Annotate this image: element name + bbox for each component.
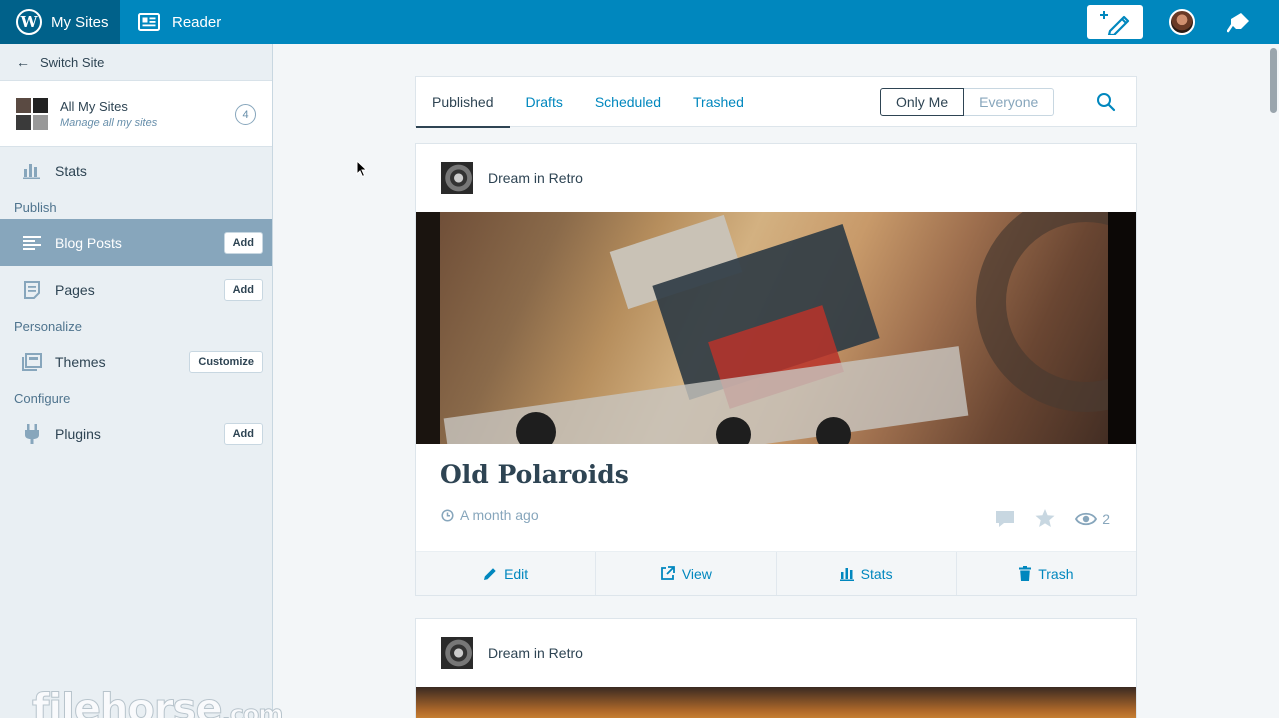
reader-button[interactable]: Reader xyxy=(120,0,221,44)
post-featured-image[interactable] xyxy=(416,212,1136,444)
tab-trashed[interactable]: Trashed xyxy=(677,77,760,127)
stats-bar-icon xyxy=(839,567,854,581)
search-icon[interactable] xyxy=(1096,92,1116,112)
sites-count-badge: 4 xyxy=(235,104,256,125)
post-title[interactable]: Old Polaroids xyxy=(416,444,1136,489)
my-sites-button[interactable]: W My Sites xyxy=(0,0,120,44)
eye-icon xyxy=(1075,512,1098,525)
sidebar-item-label: Pages xyxy=(55,281,95,298)
reader-icon xyxy=(138,13,160,31)
page-icon xyxy=(22,280,42,300)
post-site-name[interactable]: Dream in Retro xyxy=(488,170,583,186)
post-status-tabs: Published Drafts Scheduled Trashed Only … xyxy=(415,76,1137,128)
external-link-icon xyxy=(660,566,675,580)
sidebar-item-blog-posts[interactable]: Blog Posts Add xyxy=(0,219,272,266)
trash-icon xyxy=(1019,566,1032,581)
comment-icon[interactable] xyxy=(995,510,1015,528)
site-avatar xyxy=(441,637,473,669)
sidebar-item-label: Blog Posts xyxy=(55,234,122,251)
sidebar: ← Switch Site All My Sites Manage all my… xyxy=(0,44,284,718)
view-post-button[interactable]: View xyxy=(596,552,777,595)
views-number: 2 xyxy=(1102,510,1110,527)
post-featured-image[interactable] xyxy=(416,687,1136,718)
plug-icon xyxy=(22,423,42,444)
post-site-header: Dream in Retro xyxy=(416,144,1136,212)
post-time: A month ago xyxy=(460,507,539,523)
arrow-left-icon: ← xyxy=(16,54,30,70)
all-my-sites-item[interactable]: All My Sites Manage all my sites 4 xyxy=(0,81,272,147)
site-avatar xyxy=(441,162,473,194)
all-sites-title: All My Sites xyxy=(60,98,128,114)
pencil-icon xyxy=(484,567,496,580)
sidebar-item-label: Stats xyxy=(55,162,87,179)
author-filter-toggle: Only Me Everyone xyxy=(880,88,1055,116)
write-post-button[interactable] xyxy=(1087,5,1143,39)
post-site-header: Dream in Retro xyxy=(416,619,1136,687)
post-meta: A month ago 2 xyxy=(416,489,1136,527)
my-sites-label: My Sites xyxy=(51,13,109,31)
sidebar-item-stats[interactable]: Stats xyxy=(0,147,272,194)
post-site-name[interactable]: Dream in Retro xyxy=(488,645,583,661)
clock-icon xyxy=(441,508,454,522)
reader-label: Reader xyxy=(172,13,222,31)
masterbar: W My Sites Reader xyxy=(0,0,1279,44)
sidebar-item-pages[interactable]: Pages Add xyxy=(0,266,272,313)
mouse-cursor-icon xyxy=(356,160,368,178)
notifications-bell-icon[interactable] xyxy=(1227,10,1251,34)
filter-everyone[interactable]: Everyone xyxy=(964,88,1055,116)
tab-published[interactable]: Published xyxy=(416,77,510,128)
masterbar-actions xyxy=(1087,0,1279,44)
post-actions: Edit View Stats Trash xyxy=(416,551,1136,595)
customize-theme-button[interactable]: Customize xyxy=(189,351,263,373)
page-scrollbar[interactable] xyxy=(1270,48,1277,113)
sites-grid-icon xyxy=(16,97,48,130)
user-avatar[interactable] xyxy=(1169,9,1195,35)
sidebar-item-themes[interactable]: Themes Customize xyxy=(0,338,272,385)
posts-lines-icon xyxy=(22,233,42,253)
star-icon[interactable] xyxy=(1035,509,1055,528)
views-count: 2 xyxy=(1075,511,1110,527)
stats-bar-icon xyxy=(22,161,42,181)
section-publish: Publish xyxy=(14,200,57,215)
all-sites-subtitle: Manage all my sites xyxy=(60,116,158,129)
post-stats-button[interactable]: Stats xyxy=(777,552,957,595)
trash-post-button[interactable]: Trash xyxy=(957,552,1136,595)
sidebar-item-label: Themes xyxy=(55,353,106,370)
write-pencil-icon xyxy=(1100,11,1130,35)
sidebar-item-plugins[interactable]: Plugins Add xyxy=(0,410,272,457)
wordpress-logo-icon: W xyxy=(16,9,42,35)
edit-post-button[interactable]: Edit xyxy=(416,552,597,595)
sidebar-item-label: Plugins xyxy=(55,425,101,442)
add-blog-post-button[interactable]: Add xyxy=(223,232,263,254)
switch-site-label: Switch Site xyxy=(40,54,105,70)
tab-drafts[interactable]: Drafts xyxy=(510,77,579,127)
add-plugin-button[interactable]: Add xyxy=(223,423,263,445)
themes-icon xyxy=(22,352,42,372)
post-card: Dream in Retro Old Polaroids A month ago… xyxy=(415,143,1137,596)
filehorse-watermark: filehorse.com xyxy=(32,686,284,718)
post-card: Dream in Retro xyxy=(415,618,1137,718)
post-stats: 2 xyxy=(975,509,1110,528)
tab-scheduled[interactable]: Scheduled xyxy=(579,77,677,127)
switch-site-link[interactable]: ← Switch Site xyxy=(0,44,272,81)
section-personalize: Personalize xyxy=(14,319,82,334)
add-page-button[interactable]: Add xyxy=(223,279,263,301)
section-configure: Configure xyxy=(14,391,71,406)
filter-only-me[interactable]: Only Me xyxy=(880,88,965,116)
